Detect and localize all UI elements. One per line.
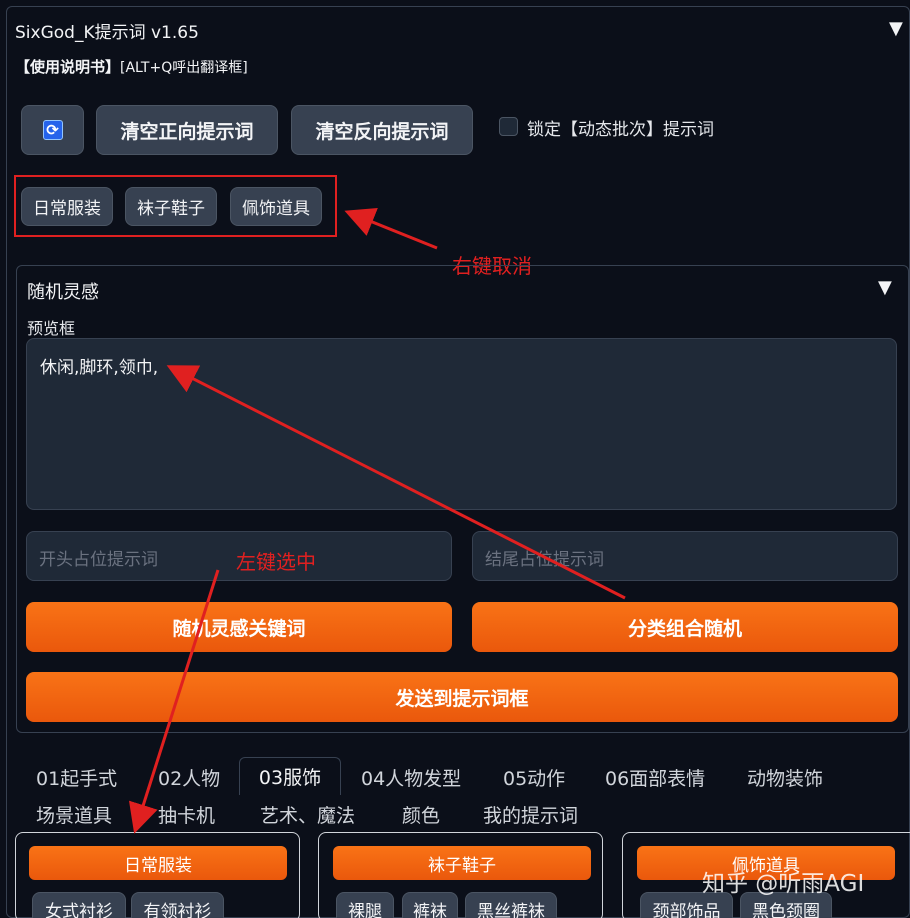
watermark: 知乎 @听雨AGI bbox=[702, 871, 865, 897]
arrow-to-preview bbox=[166, 365, 626, 600]
arrow-to-card bbox=[128, 569, 220, 834]
arrow-to-chips bbox=[344, 208, 438, 250]
annotation-arrows bbox=[128, 208, 626, 834]
